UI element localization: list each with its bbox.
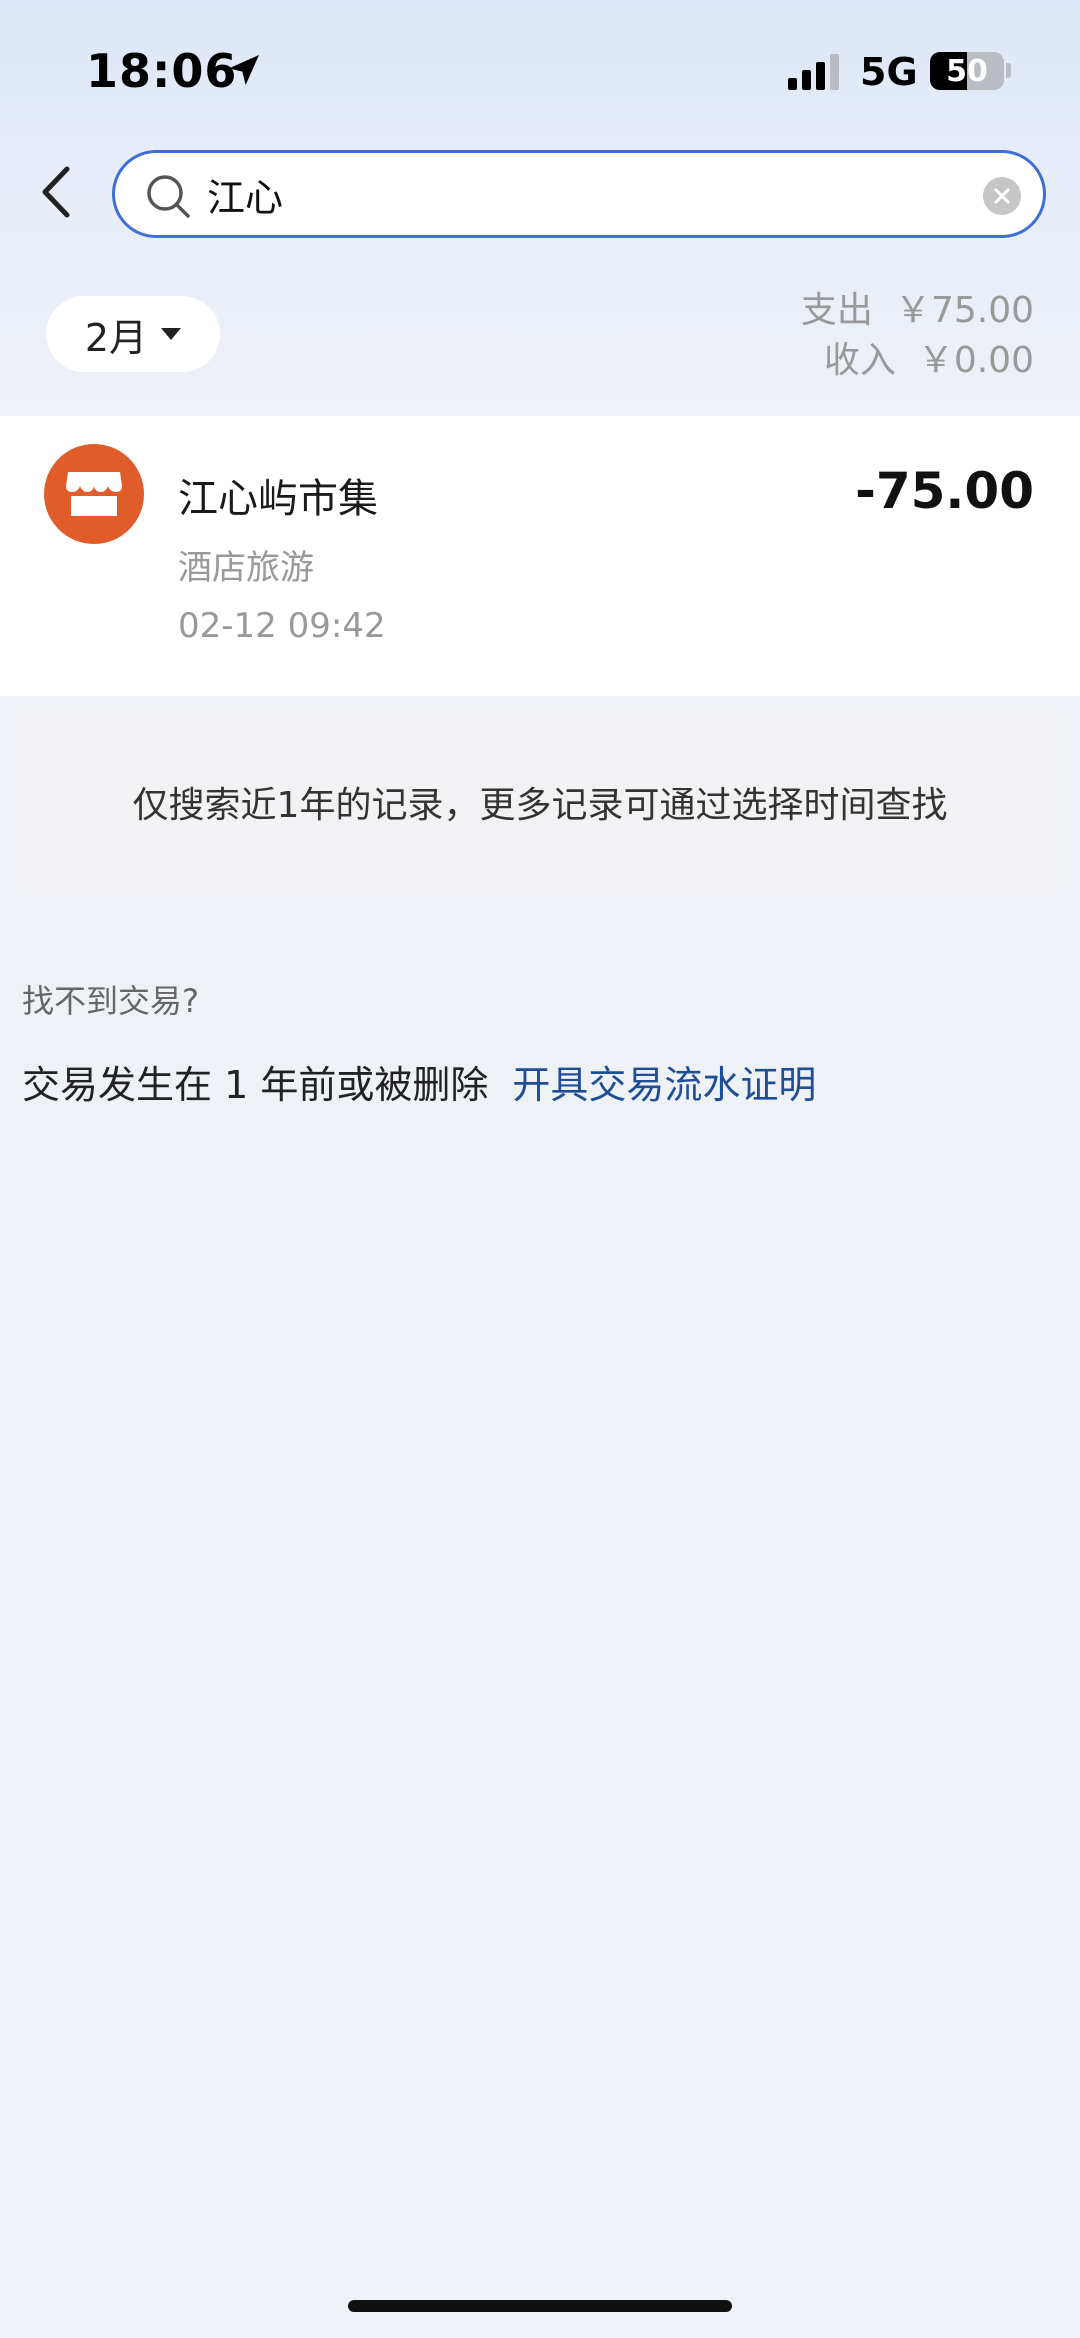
expense-summary: 支出 ￥75.00 bbox=[801, 286, 1034, 336]
search-box[interactable] bbox=[112, 150, 1046, 238]
network-label: 5G bbox=[860, 50, 918, 94]
help-reason: 交易发生在 1 年前或被删除 bbox=[22, 1063, 489, 1107]
location-arrow-icon bbox=[229, 55, 259, 85]
statement-link[interactable]: 开具交易流水证明 bbox=[512, 1063, 816, 1107]
help-title: 找不到交易? bbox=[22, 982, 199, 1020]
chevron-left-icon bbox=[42, 166, 70, 218]
store-icon bbox=[66, 472, 122, 516]
status-bar: 18:06 5G 50 bbox=[0, 0, 1080, 140]
income-summary: 收入 ￥0.00 bbox=[801, 336, 1034, 386]
month-filter-button[interactable]: 2月 bbox=[46, 296, 220, 372]
status-time: 18:06 bbox=[86, 44, 238, 98]
merchant-avatar bbox=[44, 444, 144, 544]
expense-value: ￥75.00 bbox=[894, 290, 1034, 331]
transaction-item[interactable]: 江心屿市集 酒店旅游 02-12 09:42 -75.00 bbox=[0, 416, 1080, 696]
expense-label: 支出 bbox=[800, 290, 873, 331]
transaction-category: 酒店旅游 bbox=[178, 548, 314, 588]
battery-icon: 50 bbox=[930, 52, 1004, 90]
transaction-time: 02-12 09:42 bbox=[178, 606, 386, 646]
caret-down-icon bbox=[161, 328, 182, 340]
battery-level: 50 bbox=[946, 53, 988, 89]
back-button[interactable] bbox=[30, 160, 82, 224]
close-icon bbox=[994, 188, 1010, 204]
signal-icon bbox=[788, 54, 839, 90]
transaction-amount: -75.00 bbox=[855, 462, 1034, 520]
merchant-name: 江心屿市集 bbox=[178, 476, 378, 522]
search-range-notice[interactable]: 仅搜索近1年的记录，更多记录可通过选择时间查找 bbox=[22, 710, 1058, 894]
month-label: 2月 bbox=[84, 315, 148, 360]
income-value: ￥0.00 bbox=[917, 340, 1034, 381]
clear-search-button[interactable] bbox=[983, 177, 1021, 215]
battery-tip bbox=[1006, 63, 1011, 78]
help-row: 交易发生在 1 年前或被删除 开具交易流水证明 bbox=[22, 1054, 816, 1109]
income-label: 收入 bbox=[823, 340, 896, 381]
search-icon bbox=[147, 175, 190, 218]
month-summary: 支出 ￥75.00 收入 ￥0.00 bbox=[801, 286, 1034, 386]
search-input[interactable] bbox=[207, 163, 947, 225]
notice-text: 仅搜索近1年的记录，更多记录可通过选择时间查找 bbox=[132, 785, 948, 826]
home-indicator[interactable] bbox=[348, 2300, 732, 2312]
